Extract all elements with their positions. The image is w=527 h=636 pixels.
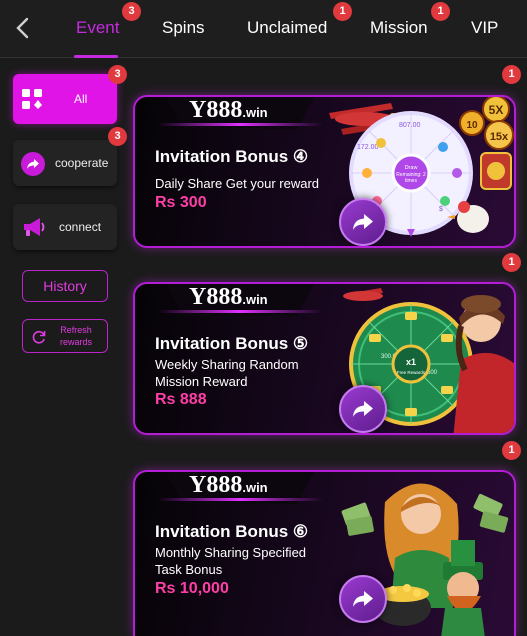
- chevron-left-icon: [16, 17, 29, 39]
- tab-unclaimed[interactable]: Unclaimed: [247, 14, 327, 42]
- tab-event[interactable]: Event: [76, 14, 119, 42]
- banner-title: Invitation Bonus ⑥: [155, 522, 309, 541]
- svg-text:172.00: 172.00: [357, 144, 379, 151]
- wheel-center-text: x1: [406, 357, 416, 367]
- refresh-rewards-button[interactable]: Refresh rewards: [22, 319, 108, 353]
- y888-logo: Y888.win: [189, 472, 268, 498]
- svg-text:$: $: [439, 206, 443, 213]
- category-connect-label: connect: [59, 220, 102, 234]
- tab-unclaimed-badge: 1: [333, 2, 352, 21]
- category-all[interactable]: All: [13, 74, 117, 124]
- active-tab-indicator: [74, 55, 118, 58]
- category-connect[interactable]: connect: [13, 204, 117, 250]
- wheel-center-text: Draw: [405, 165, 418, 171]
- share-arrow-icon: [353, 214, 373, 230]
- y888-logo: Y888.win: [189, 97, 268, 123]
- top-tab-bar: Event 3 Spins Unclaimed 1 Mission 1 VIP: [0, 0, 527, 58]
- share-arrow-icon: [353, 401, 373, 417]
- banner-invitation-bonus-6[interactable]: Y888.win Invitation Bonus ⑥ Monthly Shar…: [133, 470, 516, 636]
- banner-invitation-bonus-4[interactable]: Y888.win Invitation Bonus ④ Daily Share …: [133, 95, 516, 248]
- tab-vip[interactable]: VIP: [471, 14, 498, 42]
- category-all-badge: 3: [108, 65, 127, 84]
- banner-title: Invitation Bonus ④: [155, 147, 309, 166]
- tab-spins[interactable]: Spins: [162, 14, 205, 42]
- banner-invitation-bonus-5[interactable]: Y888.win Invitation Bonus ⑤ Weekly Shari…: [133, 282, 516, 435]
- banner-1-badge: 1: [502, 65, 521, 84]
- megaphone-icon: [24, 218, 45, 236]
- banner-subtitle: Monthly Sharing Specified Task Bonus: [155, 545, 307, 577]
- y888-logo: Y888.win: [189, 284, 268, 310]
- pilot-girl-icon: [453, 295, 514, 433]
- banner-subtitle: Weekly Sharing Random Mission Reward: [155, 357, 299, 389]
- category-cooperate-badge: 3: [108, 127, 127, 146]
- history-button[interactable]: History: [22, 270, 108, 302]
- share-button[interactable]: [339, 575, 387, 623]
- tab-event-badge: 3: [122, 2, 141, 21]
- share-icon: [21, 152, 45, 176]
- banner-amount: Rs 300: [155, 194, 207, 211]
- tab-mission-badge: 1: [431, 2, 450, 21]
- svg-text:10: 10: [466, 120, 478, 131]
- category-all-label: All: [74, 92, 88, 106]
- svg-text:807.00: 807.00: [399, 122, 421, 129]
- tab-mission[interactable]: Mission: [370, 14, 428, 42]
- svg-text:times: times: [405, 178, 417, 184]
- category-cooperate-label: cooperate: [55, 156, 109, 170]
- biplane-icon: [343, 288, 383, 301]
- category-cooperate[interactable]: cooperate: [13, 140, 117, 186]
- grid-icon: [22, 89, 42, 109]
- svg-text:15x: 15x: [490, 131, 509, 143]
- back-button[interactable]: [10, 14, 34, 42]
- banner-3-badge: 1: [502, 441, 521, 460]
- banner-2-badge: 1: [502, 253, 521, 272]
- share-button[interactable]: [339, 198, 387, 246]
- refresh-rewards-label: Refresh rewards: [59, 325, 92, 347]
- svg-text:5X: 5X: [489, 103, 504, 117]
- banner-subtitle: Daily Share Get your reward: [155, 176, 320, 191]
- banner-title: Invitation Bonus ⑤: [155, 334, 309, 353]
- share-arrow-icon: [353, 591, 373, 607]
- share-button[interactable]: [339, 385, 387, 433]
- refresh-icon: [32, 330, 46, 344]
- banner-amount: Rs 10,000: [155, 580, 229, 597]
- banner-amount: Rs 888: [155, 391, 207, 408]
- svg-text:Free Rewards: Free Rewards: [397, 370, 426, 375]
